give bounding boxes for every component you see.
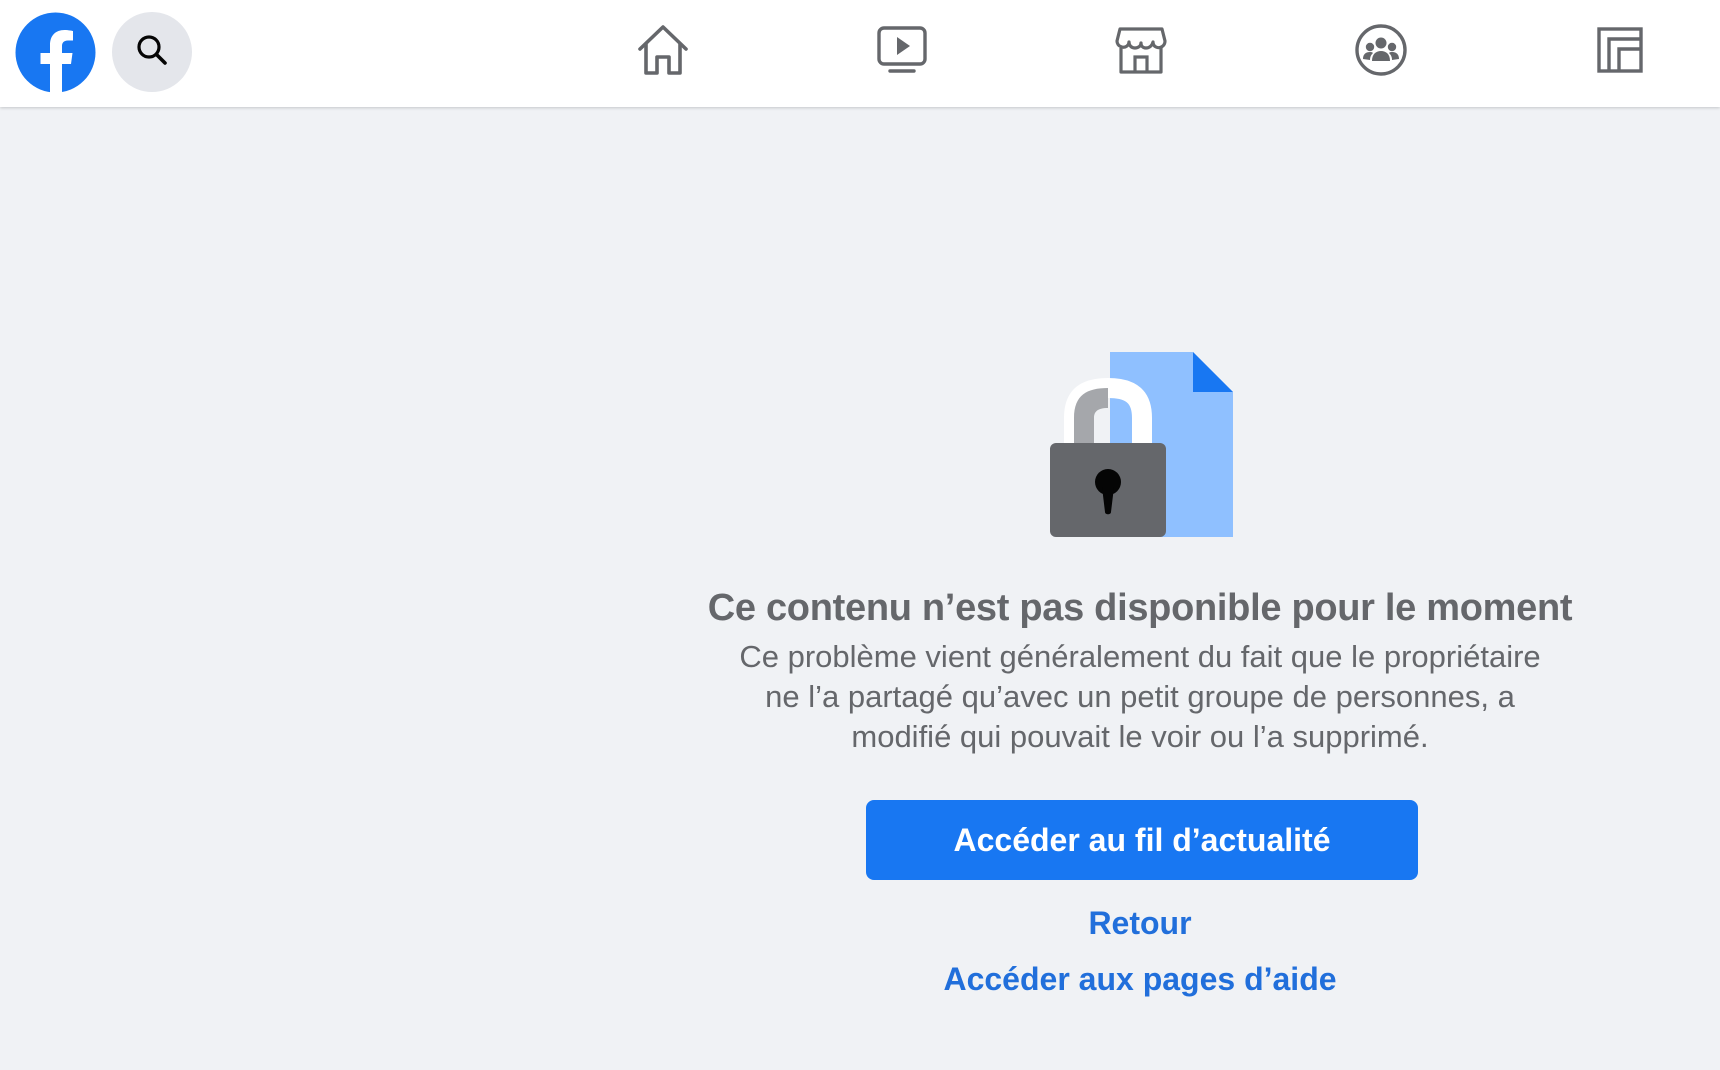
top-navigation-bar bbox=[0, 0, 1720, 107]
home-icon bbox=[635, 23, 691, 82]
nav-marketplace[interactable] bbox=[1111, 22, 1171, 82]
page-title: Ce contenu n’est pas disponible pour le … bbox=[707, 587, 1573, 629]
go-to-news-feed-button[interactable]: Accéder au fil d’actualité bbox=[866, 800, 1418, 880]
nav-watch[interactable] bbox=[872, 22, 932, 82]
nav-gaming[interactable] bbox=[1590, 22, 1650, 82]
nav-home[interactable] bbox=[633, 22, 693, 82]
search-button[interactable] bbox=[112, 12, 192, 92]
gaming-icon bbox=[1596, 26, 1644, 79]
error-description: Ce problème vient généralement du fait q… bbox=[739, 639, 1541, 754]
marketplace-icon bbox=[1114, 23, 1168, 82]
search-icon bbox=[134, 32, 170, 73]
groups-icon bbox=[1354, 23, 1408, 82]
watch-icon bbox=[876, 24, 928, 81]
back-link[interactable]: Retour bbox=[640, 903, 1640, 943]
main-content-area: Ce contenu n’est pas disponible pour le … bbox=[0, 107, 1720, 1070]
facebook-logo-icon[interactable] bbox=[15, 12, 96, 93]
locked-document-icon bbox=[1050, 352, 1240, 537]
nav-groups[interactable] bbox=[1351, 22, 1411, 82]
help-pages-link[interactable]: Accéder aux pages d’aide bbox=[640, 959, 1640, 999]
